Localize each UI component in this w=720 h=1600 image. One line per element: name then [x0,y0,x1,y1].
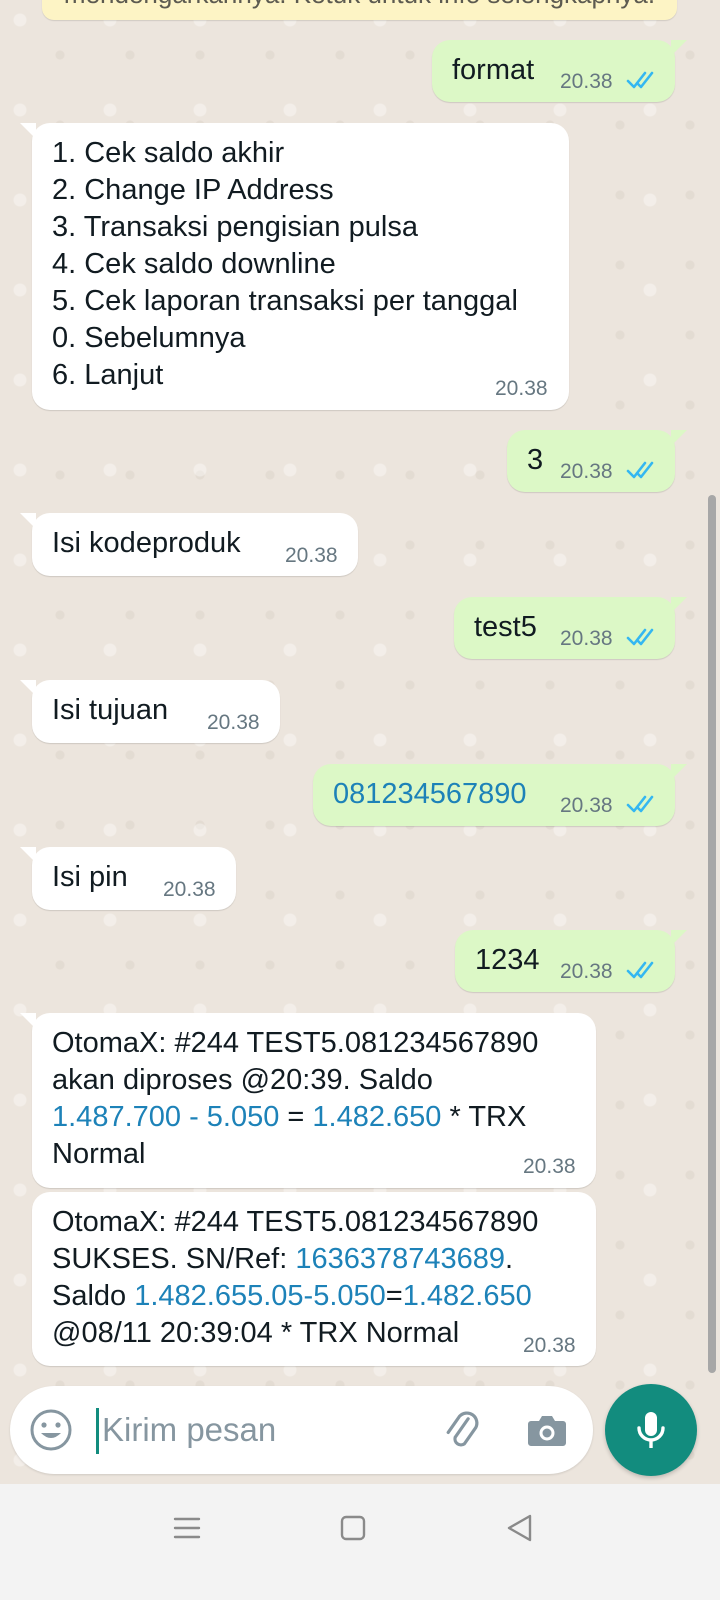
message-time: 20.38 [560,627,613,650]
message-line: Saldo 1.482.655.05-5.050=1.482.650 [52,1278,538,1315]
message-time: 20.38 [285,544,338,567]
message-text: Isi tujuan [52,694,169,726]
balance-calc-link[interactable]: 1.482.655.05-5.050 [134,1280,386,1312]
message-text: 1234 [475,944,540,976]
message-line: 1.487.700 - 5.050 = 1.482.650 * TRX [52,1099,538,1136]
message-line: @08/11 20:39:04 * TRX Normal [52,1317,460,1349]
equals-text: = [385,1280,403,1312]
message-composer [10,1386,593,1474]
double-check-icon [626,795,654,813]
menu-icon[interactable] [172,1513,202,1543]
balance-result-link[interactable]: 1.482.650 [403,1280,532,1312]
back-triangle-icon[interactable] [505,1513,535,1543]
message-time: 20.38 [560,960,613,983]
emoji-icon[interactable] [29,1408,73,1452]
message-line: OtomaX: #244 TEST5.081234567890 [52,1206,539,1238]
message-line: OtomaX: #244 TEST5.081234567890 [52,1027,539,1059]
outgoing-message[interactable]: 1234 20.38 [455,930,687,992]
message-time: 20.38 [560,460,613,483]
incoming-message[interactable]: Isi pin 20.38 [20,847,236,910]
incoming-message[interactable]: 1. Cek saldo akhir 2. Change IP Address … [20,123,569,410]
message-line: akan diproses @20:39. Saldo [52,1064,433,1096]
balance-result-link[interactable]: 1.482.650 [312,1101,441,1133]
message-text: Isi pin [52,861,128,893]
double-check-icon [626,628,654,646]
message-text: test5 [474,611,537,643]
sn-ref-link[interactable]: 1636378743689 [295,1243,505,1275]
message-time: 20.38 [523,1155,576,1178]
period-text: . [505,1243,514,1275]
menu-line: 1. Cek saldo akhir [52,137,285,169]
paperclip-icon[interactable] [440,1408,484,1452]
menu-line: 2. Change IP Address [52,174,334,206]
outgoing-message[interactable]: test5 20.38 [454,597,687,659]
menu-line: 5. Cek laporan transaksi per tanggal [52,285,518,317]
double-check-icon [626,71,654,89]
message-time: 20.38 [495,377,548,400]
phone-number-link[interactable]: 081234567890 [333,776,527,813]
message-time: 20.38 [560,70,613,93]
trx-text: * TRX [441,1101,527,1133]
mic-icon [637,1412,665,1448]
message-line: Normal [52,1138,146,1170]
message-time: 20.38 [523,1334,576,1357]
menu-line: 4. Cek saldo downline [52,248,336,280]
message-input[interactable] [102,1406,422,1454]
incoming-message[interactable]: OtomaX: #244 TEST5.081234567890 akan dip… [20,1013,596,1188]
double-check-icon [626,461,654,479]
outgoing-message[interactable]: 3 20.38 [507,430,687,492]
incoming-message[interactable]: OtomaX: #244 TEST5.081234567890 SUKSES. … [32,1192,596,1366]
message-body: OtomaX: #244 TEST5.081234567890 SUKSES. … [52,1204,538,1352]
message-time: 20.38 [207,711,260,734]
encryption-banner[interactable]: mendengarkannya. Ketuk untuk info seleng… [42,0,677,20]
status-text: SUKSES. SN/Ref: [52,1243,296,1275]
message-text: format [452,54,535,86]
saldo-text: Saldo [52,1280,135,1312]
outgoing-message[interactable]: 081234567890 20.38 [313,764,687,826]
message-time: 20.38 [560,794,613,817]
menu-line: 0. Sebelumnya [52,322,246,354]
balance-calc-link[interactable]: 1.487.700 - 5.050 [52,1101,279,1133]
message-line: SUKSES. SN/Ref: 1636378743689. [52,1241,538,1278]
message-time: 20.38 [163,878,216,901]
scrollbar[interactable] [708,495,716,1373]
encryption-banner-text: mendengarkannya. Ketuk untuk info seleng… [42,0,677,8]
equals-text: = [279,1101,313,1133]
menu-list: 1. Cek saldo akhir 2. Change IP Address … [52,135,518,394]
double-check-icon [626,961,654,979]
camera-icon[interactable] [525,1408,569,1452]
text-cursor [96,1408,99,1454]
message-text: Isi kodeproduk [52,527,241,559]
menu-line: 6. Lanjut [52,359,164,391]
voice-record-button[interactable] [605,1384,697,1476]
menu-line: 3. Transaksi pengisian pulsa [52,211,418,243]
incoming-message[interactable]: Isi tujuan 20.38 [20,680,280,743]
system-navigation-bar [0,1484,720,1600]
message-body: OtomaX: #244 TEST5.081234567890 akan dip… [52,1025,538,1173]
outgoing-message[interactable]: format 20.38 [432,40,687,102]
message-text: 3 [527,444,544,476]
home-square-icon[interactable] [338,1513,368,1543]
incoming-message[interactable]: Isi kodeproduk 20.38 [20,513,358,576]
